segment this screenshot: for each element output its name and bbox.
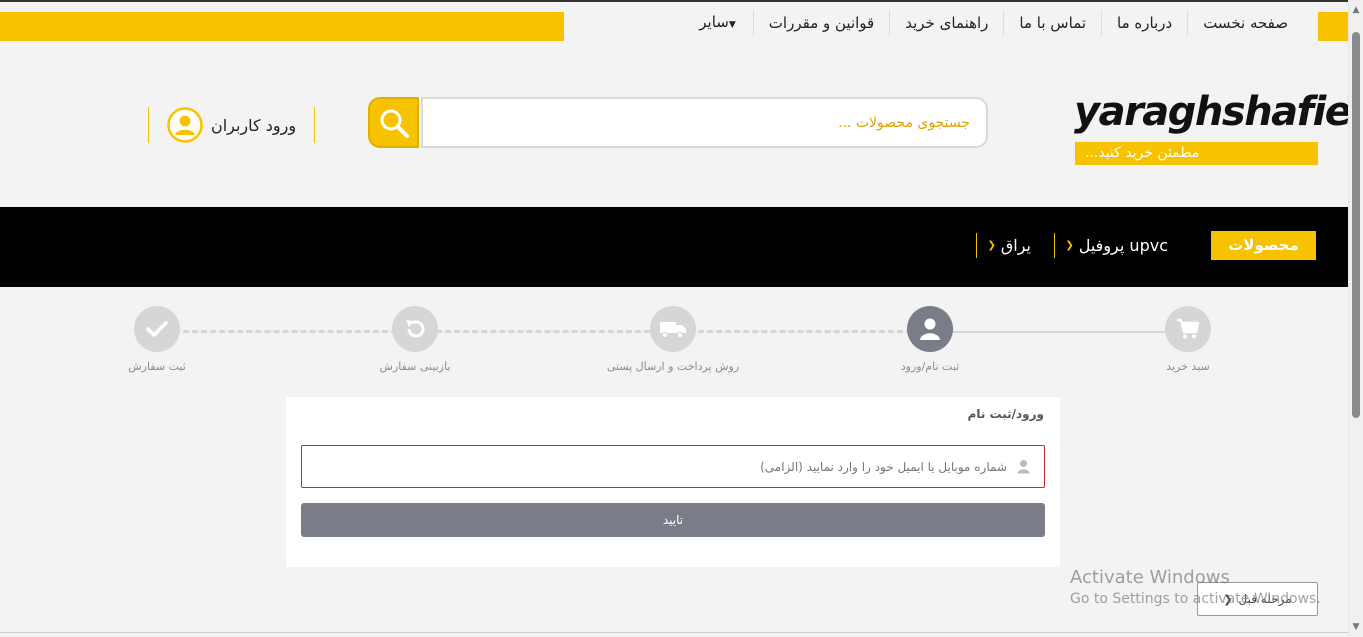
step-confirm: [134, 306, 180, 352]
search-box: [421, 97, 988, 148]
top-accent-bar-left: [0, 12, 564, 41]
nav-contact[interactable]: تماس با ما: [1003, 10, 1101, 36]
activation-watermark-title: Activate Windows: [1070, 567, 1230, 588]
scroll-down-arrow-icon[interactable]: ▼: [1351, 622, 1361, 632]
login-label: ورود کاربران: [210, 115, 297, 135]
category-hardware[interactable]: ❯ یراق: [976, 233, 1041, 258]
check-icon: [146, 321, 168, 337]
step-review-label: بازبینی سفارش: [379, 360, 451, 373]
refresh-icon: [406, 320, 425, 338]
user-avatar-icon: [167, 107, 203, 143]
step-shipping: [650, 306, 696, 352]
nav-terms[interactable]: قوانین و مقررات: [752, 10, 889, 36]
user-field-icon: [1017, 460, 1030, 474]
top-navigation: صفحه نخست درباره ما تماس با ما راهنمای خ…: [684, 10, 1303, 36]
phone-email-field: [301, 445, 1045, 488]
login-button[interactable]: ورود کاربران: [148, 107, 315, 143]
category-menu-hardware: ❯ یراق: [976, 233, 1041, 258]
scrollbar-thumb[interactable]: [1352, 32, 1360, 418]
top-accent-bar-right: [1318, 12, 1348, 41]
form-title: ورود/ثبت نام: [967, 407, 1044, 421]
products-button[interactable]: محصولات: [1211, 231, 1316, 260]
user-icon: [920, 318, 940, 340]
top-border: [0, 0, 1363, 2]
footer-divider: [0, 632, 1348, 633]
nav-buying-guide[interactable]: راهنمای خرید: [889, 10, 1003, 36]
step-cart: [1165, 306, 1211, 352]
login-form-card: ورود/ثبت نام تایید: [286, 397, 1060, 567]
caret-down-icon: ▼: [728, 19, 736, 30]
nav-home[interactable]: صفحه نخست: [1187, 10, 1303, 36]
search-input[interactable]: [423, 99, 986, 146]
scroll-up-arrow-icon[interactable]: ▲: [1351, 5, 1361, 15]
nav-other-dropdown[interactable]: سایر▼: [684, 9, 753, 38]
search-icon: [380, 109, 409, 138]
phone-email-input[interactable]: [316, 459, 1007, 474]
step-shipping-label: روش پرداخت و ارسال پستی: [606, 360, 740, 373]
step-cart-label: سبد خرید: [1166, 360, 1210, 373]
step-review: [392, 306, 438, 352]
chevron-down-icon: ❯: [987, 240, 996, 251]
category-upvc-profile[interactable]: ❯ پروفیل upvc: [1054, 233, 1178, 258]
nav-about[interactable]: درباره ما: [1101, 10, 1187, 36]
site-logo[interactable]: yaraghshafie: [1074, 88, 1352, 136]
logo-tagline: مطمئن خرید کنید...: [1075, 142, 1318, 165]
step-progress-line: [930, 331, 1188, 333]
search-button[interactable]: [368, 97, 419, 148]
category-menu-upvc: ❯ پروفیل upvc: [1054, 233, 1178, 258]
chevron-down-icon: ❯: [1065, 240, 1074, 251]
activation-watermark-subtitle: Go to Settings to activate Windows.: [1070, 591, 1321, 607]
step-confirm-label: ثبت سفارش: [128, 360, 186, 373]
step-login: [907, 306, 953, 352]
cart-icon: [1177, 318, 1200, 339]
nav-other-label: سایر: [699, 12, 729, 31]
category-hardware-label: یراق: [1000, 236, 1031, 255]
step-pending-line: [156, 330, 930, 333]
submit-button[interactable]: تایید: [301, 503, 1045, 537]
step-login-label: ثبت نام/ورود: [900, 360, 960, 373]
truck-icon: [660, 322, 686, 339]
category-upvc-label: پروفیل upvc: [1078, 236, 1168, 255]
